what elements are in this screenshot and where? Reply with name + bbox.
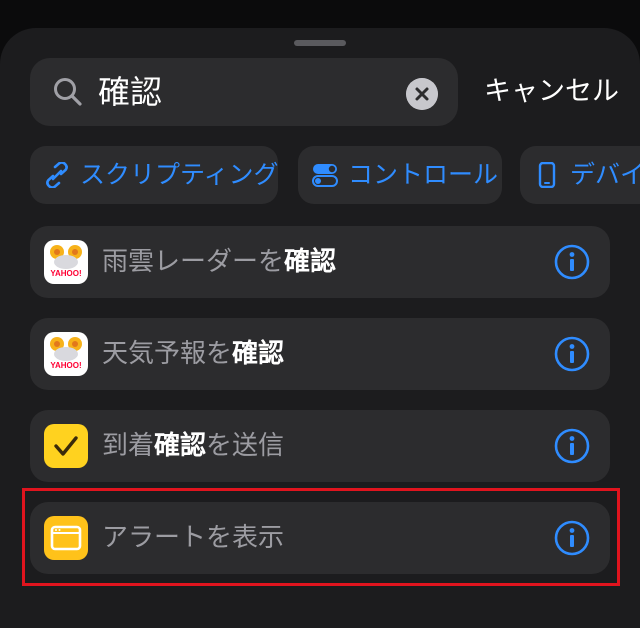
- yahoo-weather-icon: YAHOO!: [44, 332, 88, 376]
- link-icon: [46, 162, 68, 188]
- phone-icon: [538, 162, 556, 188]
- svg-text:YAHOO!: YAHOO!: [50, 269, 81, 278]
- alert-window-icon: [44, 516, 88, 560]
- toggle-icon: [312, 164, 338, 187]
- chip-control[interactable]: コントロール: [298, 146, 502, 204]
- chip-label: スクリプティング: [80, 160, 279, 189]
- info-icon[interactable]: [554, 244, 590, 280]
- category-chips: スクリプティング コントロール デバイス: [30, 146, 640, 204]
- action-row-weather-forecast[interactable]: YAHOO! 天気予報を確認: [30, 318, 610, 390]
- action-row-show-alert[interactable]: アラートを表示: [30, 502, 610, 574]
- search-field[interactable]: 確認: [30, 58, 458, 126]
- chip-device[interactable]: デバイス: [520, 146, 640, 204]
- action-label: 到着確認を送信: [102, 431, 285, 461]
- action-label: 雨雲レーダーを確認: [102, 247, 337, 277]
- chip-label: デバイス: [570, 160, 640, 189]
- search-icon: [54, 78, 82, 106]
- search-sheet: 確認 キャンセル スクリプティング コントロール デバイ YAHOO! 雨雲レー…: [0, 28, 640, 628]
- action-label: 天気予報を確認: [102, 339, 285, 369]
- yahoo-weather-icon: YAHOO!: [44, 240, 88, 284]
- chip-scripting[interactable]: スクリプティング: [30, 146, 279, 204]
- cancel-button[interactable]: キャンセル: [484, 58, 619, 126]
- clear-search-icon[interactable]: [406, 78, 438, 110]
- chip-label: コントロール: [348, 160, 499, 189]
- action-row-send-arrival[interactable]: 到着確認を送信: [30, 410, 610, 482]
- action-label: アラートを表示: [102, 523, 285, 553]
- info-icon[interactable]: [554, 336, 590, 372]
- checkmark-icon: [44, 424, 88, 468]
- info-icon[interactable]: [554, 520, 590, 556]
- sheet-grabber[interactable]: [294, 40, 346, 46]
- info-icon[interactable]: [554, 428, 590, 464]
- search-input[interactable]: 確認: [98, 58, 162, 126]
- svg-text:YAHOO!: YAHOO!: [50, 361, 81, 370]
- action-row-rain-radar[interactable]: YAHOO! 雨雲レーダーを確認: [30, 226, 610, 298]
